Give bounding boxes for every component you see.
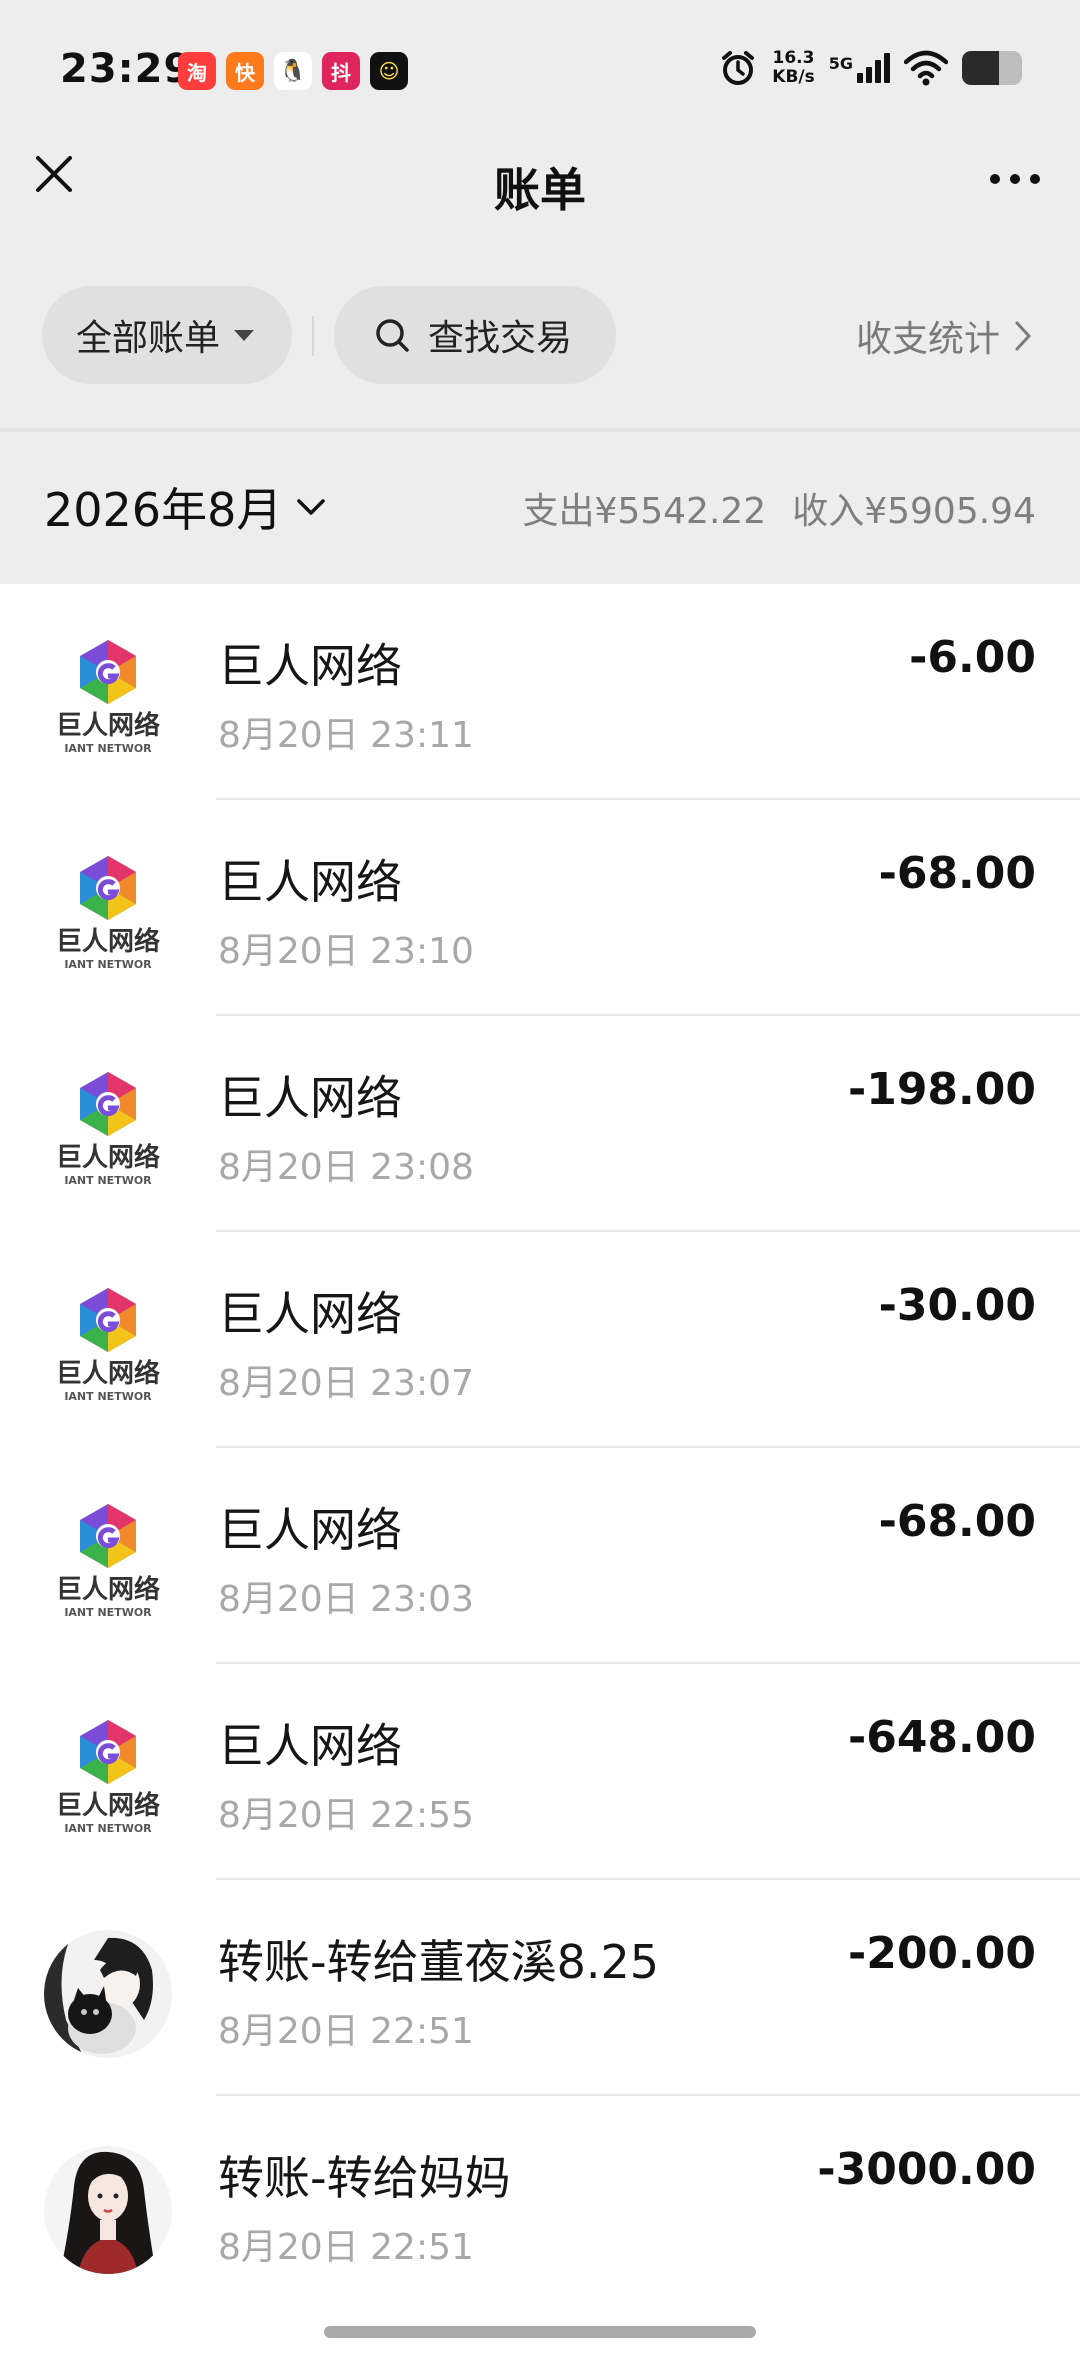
income-total: 收入¥5905.94 <box>792 491 1036 532</box>
month-selector[interactable]: 2026年8月 <box>44 474 326 540</box>
transaction-title: 巨人网络 <box>218 1071 402 1125</box>
filter-divider <box>312 316 314 356</box>
transaction-time: 8月20日 22:51 <box>218 2011 474 2052</box>
douyin-app-icon: 抖 <box>322 52 360 90</box>
more-dot-icon <box>990 174 1000 184</box>
transaction-list: 巨人网络 IANT NETWOR 巨人网络 8月20日 23:11 -6.00 … <box>0 584 1080 2312</box>
search-icon <box>376 319 409 352</box>
chevron-down-icon <box>297 499 326 515</box>
transaction-title: 巨人网络 <box>218 639 402 693</box>
transaction-row[interactable]: 巨人网络 IANT NETWOR 巨人网络 8月20日 23:07 -30.00 <box>0 1232 1080 1448</box>
wifi-icon <box>904 50 948 86</box>
network-speed: 16.3 KB/s <box>772 48 815 87</box>
transaction-amount: -68.00 <box>878 848 1036 899</box>
user-avatar-cat <box>44 1930 172 2058</box>
clock: 23:29 <box>60 46 193 92</box>
status-indicators: 16.3 KB/s 5G <box>718 48 1022 88</box>
transaction-amount: -68.00 <box>878 1496 1036 1547</box>
transaction-row[interactable]: 巨人网络 IANT NETWOR 巨人网络 8月20日 23:11 -6.00 <box>0 584 1080 800</box>
transaction-time: 8月20日 22:55 <box>218 1795 474 1836</box>
svg-text:IANT NETWOR: IANT NETWOR <box>64 1606 152 1619</box>
expense-total: 支出¥5542.22 <box>522 491 767 532</box>
svg-text:巨人网络: 巨人网络 <box>56 1142 160 1173</box>
all-bills-filter[interactable]: 全部账单 <box>42 286 292 384</box>
month-totals: 支出¥5542.22 收入¥5905.94 <box>522 482 1036 534</box>
svg-text:IANT NETWOR: IANT NETWOR <box>64 1174 152 1187</box>
transaction-amount: -3000.00 <box>817 2144 1036 2195</box>
transaction-row[interactable]: 巨人网络 IANT NETWOR 巨人网络 8月20日 23:10 -68.00 <box>0 800 1080 1016</box>
svg-text:IANT NETWOR: IANT NETWOR <box>64 958 152 971</box>
giant-network-logo: 巨人网络 IANT NETWOR <box>42 1064 174 1196</box>
transaction-amount: -200.00 <box>847 1928 1036 1979</box>
transaction-amount: -198.00 <box>847 1064 1036 1115</box>
transaction-amount: -30.00 <box>878 1280 1036 1331</box>
more-dot-icon <box>1030 174 1040 184</box>
search-label: 查找交易 <box>428 318 573 359</box>
transaction-title: 转账-转给妈妈 <box>218 2151 511 2205</box>
transaction-time: 8月20日 23:08 <box>218 1147 474 1188</box>
transaction-row[interactable]: 转账-转给妈妈 8月20日 22:51 -3000.00 <box>0 2096 1080 2312</box>
more-button[interactable] <box>980 154 1050 204</box>
transaction-time: 8月20日 23:03 <box>218 1579 474 1620</box>
svg-text:IANT NETWOR: IANT NETWOR <box>64 742 152 755</box>
transaction-title: 巨人网络 <box>218 1287 402 1341</box>
transaction-row[interactable]: 巨人网络 IANT NETWOR 巨人网络 8月20日 23:03 -68.00 <box>0 1448 1080 1664</box>
transaction-row[interactable]: 巨人网络 IANT NETWOR 巨人网络 8月20日 23:08 -198.0… <box>0 1016 1080 1232</box>
transaction-time: 8月20日 23:11 <box>218 715 474 756</box>
giant-network-logo: 巨人网络 IANT NETWOR <box>42 632 174 764</box>
svg-text:巨人网络: 巨人网络 <box>56 926 160 957</box>
transaction-row[interactable]: 转账-转给董夜溪8.25 8月20日 22:51 -200.00 <box>0 1880 1080 2096</box>
svg-text:巨人网络: 巨人网络 <box>56 710 160 741</box>
stats-label: 收支统计 <box>855 319 1000 360</box>
all-bills-label: 全部账单 <box>76 318 221 359</box>
status-bar: 23:29 淘 快 🐧 抖 ☺ 16.3 KB/s 5G <box>0 0 1080 140</box>
dropdown-triangle-icon <box>234 329 255 341</box>
chevron-right-icon <box>1015 321 1031 351</box>
svg-text:IANT NETWOR: IANT NETWOR <box>64 1822 152 1835</box>
user-avatar-girl <box>44 2146 172 2274</box>
signal-bars-icon <box>857 53 890 83</box>
income-expense-stats-link[interactable]: 收支统计 <box>856 310 1032 362</box>
transaction-title: 巨人网络 <box>218 1719 402 1773</box>
transaction-title: 转账-转给董夜溪8.25 <box>218 1935 660 1989</box>
transaction-amount: -6.00 <box>909 632 1036 683</box>
giant-network-logo: 巨人网络 IANT NETWOR <box>42 1280 174 1412</box>
network-type: 5G <box>828 54 853 73</box>
transaction-time: 8月20日 23:07 <box>218 1363 474 1404</box>
taobao-app-icon: 淘 <box>178 52 216 90</box>
svg-text:巨人网络: 巨人网络 <box>56 1574 160 1605</box>
month-label: 2026年8月 <box>44 483 283 537</box>
qq-app-icon: 🐧 <box>274 52 312 90</box>
battery-icon <box>962 51 1022 85</box>
giant-network-logo: 巨人网络 IANT NETWOR <box>42 1712 174 1844</box>
more-dot-icon <box>1010 174 1020 184</box>
transaction-time: 8月20日 22:51 <box>218 2227 474 2268</box>
giant-network-logo: 巨人网络 IANT NETWOR <box>42 848 174 980</box>
transaction-row[interactable]: 巨人网络 IANT NETWOR 巨人网络 8月20日 22:55 -648.0… <box>0 1664 1080 1880</box>
giant-network-logo: 巨人网络 IANT NETWOR <box>42 1496 174 1628</box>
transaction-time: 8月20日 23:10 <box>218 931 474 972</box>
transaction-amount: -648.00 <box>847 1712 1036 1763</box>
svg-text:IANT NETWOR: IANT NETWOR <box>64 1390 152 1403</box>
alarm-icon <box>722 51 755 85</box>
page-title: 账单 <box>494 163 586 217</box>
svg-text:巨人网络: 巨人网络 <box>56 1358 160 1389</box>
svg-text:巨人网络: 巨人网络 <box>56 1790 160 1821</box>
cellular-signal: 5G <box>829 53 890 83</box>
home-indicator[interactable] <box>324 2326 756 2338</box>
transaction-title: 巨人网络 <box>218 1503 402 1557</box>
transaction-title: 巨人网络 <box>218 855 402 909</box>
search-transactions-button[interactable]: 查找交易 <box>334 286 616 384</box>
kuaishou-app-icon: 快 <box>226 52 264 90</box>
notification-app-icons: 淘 快 🐧 抖 ☺ <box>178 52 408 90</box>
app-smile-icon: ☺ <box>370 52 408 90</box>
